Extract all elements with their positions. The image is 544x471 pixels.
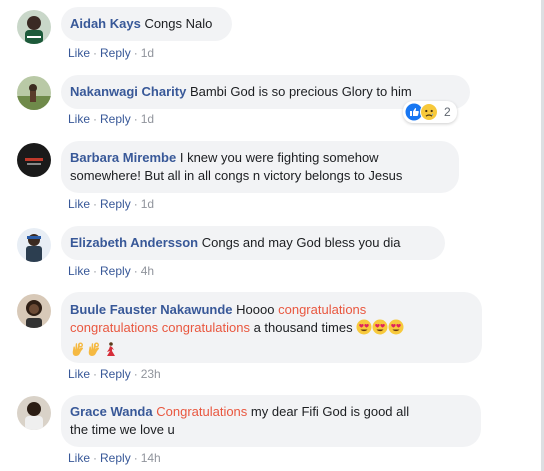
like-link[interactable]: Like <box>68 197 90 211</box>
comment-text: Bambi God is so precious Glory to him <box>189 84 412 99</box>
comment-bubble: Elizabeth Andersson Congs and may God bl… <box>61 226 445 260</box>
comment-text: my dear Fifi God is good all <box>250 404 410 419</box>
hashtag-link[interactable]: congratulations congratulations <box>70 320 250 335</box>
avatar[interactable] <box>17 396 51 430</box>
like-link[interactable]: Like <box>68 112 90 126</box>
comment-author[interactable]: Elizabeth Andersson <box>70 235 198 250</box>
comment-time[interactable]: 1d <box>141 112 154 126</box>
reply-link[interactable]: Reply <box>100 451 131 465</box>
like-link[interactable]: Like <box>68 46 90 60</box>
comment-author[interactable]: Barbara Mirembe <box>70 150 176 165</box>
avatar[interactable] <box>17 228 51 262</box>
comment-text: Hoooo <box>236 302 275 317</box>
dancer-icon <box>102 341 118 362</box>
sad-icon <box>420 103 438 121</box>
comment-text: I knew you were fighting somehow <box>179 150 379 165</box>
reactions-summary[interactable]: 2 <box>403 101 457 123</box>
heart-eyes-icon <box>388 319 404 340</box>
comment-bubble: Barbara Mirembe I knew you were fighting… <box>61 141 459 193</box>
avatar[interactable] <box>17 10 51 44</box>
comment-bubble: Grace Wanda Congratulations my dear Fifi… <box>61 395 481 447</box>
reply-link[interactable]: Reply <box>100 367 131 381</box>
comment-text: Congs Nalo <box>144 16 213 31</box>
comment-time[interactable]: 14h <box>141 451 161 465</box>
comment-actions: Like · Reply · 1d <box>68 46 155 60</box>
comment-author[interactable]: Nakanwagi Charity <box>70 84 186 99</box>
comment-time[interactable]: 23h <box>141 367 161 381</box>
reply-link[interactable]: Reply <box>100 112 131 126</box>
heart-eyes-icon <box>372 319 388 340</box>
reaction-count: 2 <box>444 105 451 119</box>
comment-actions: Like · Reply · 4h <box>68 264 155 278</box>
comment-text-line2: the time we love u <box>70 422 175 437</box>
hashtag-link[interactable]: Congratulations <box>156 404 247 419</box>
comment-bubble: Aidah Kays Congs Nalo <box>61 7 232 41</box>
comment-author[interactable]: Buule Fauster Nakawunde <box>70 302 233 317</box>
comment-actions: Like · Reply · 1d <box>68 112 155 126</box>
like-link[interactable]: Like <box>68 264 90 278</box>
reply-link[interactable]: Reply <box>100 46 131 60</box>
reply-link[interactable]: Reply <box>100 197 131 211</box>
comment-actions: Like · Reply · 1d <box>68 197 155 211</box>
comment-text: a thousand times <box>253 320 353 335</box>
comment-text-line2: somewhere! But all in all congs n victor… <box>70 168 403 183</box>
comment-actions: Like · Reply · 14h <box>68 451 161 465</box>
comment-time[interactable]: 1d <box>141 46 154 60</box>
comment-time[interactable]: 1d <box>141 197 154 211</box>
avatar[interactable] <box>17 143 51 177</box>
comment-text: Congs and may God bless you dia <box>201 235 401 250</box>
like-link[interactable]: Like <box>68 367 90 381</box>
hashtag-link[interactable]: congratulations <box>278 302 366 317</box>
comment-author[interactable]: Aidah Kays <box>70 16 141 31</box>
comment-actions: Like · Reply · 23h <box>68 367 161 381</box>
avatar[interactable] <box>17 76 51 110</box>
reply-link[interactable]: Reply <box>100 264 131 278</box>
comment-bubble: Buule Fauster Nakawunde Hoooo congratula… <box>61 292 482 363</box>
comment-time[interactable]: 4h <box>141 264 154 278</box>
comment-author[interactable]: Grace Wanda <box>70 404 153 419</box>
avatar[interactable] <box>17 294 51 328</box>
ok-hand-icon <box>86 341 102 362</box>
heart-eyes-icon <box>356 319 372 340</box>
like-link[interactable]: Like <box>68 451 90 465</box>
ok-hand-icon <box>70 341 86 362</box>
